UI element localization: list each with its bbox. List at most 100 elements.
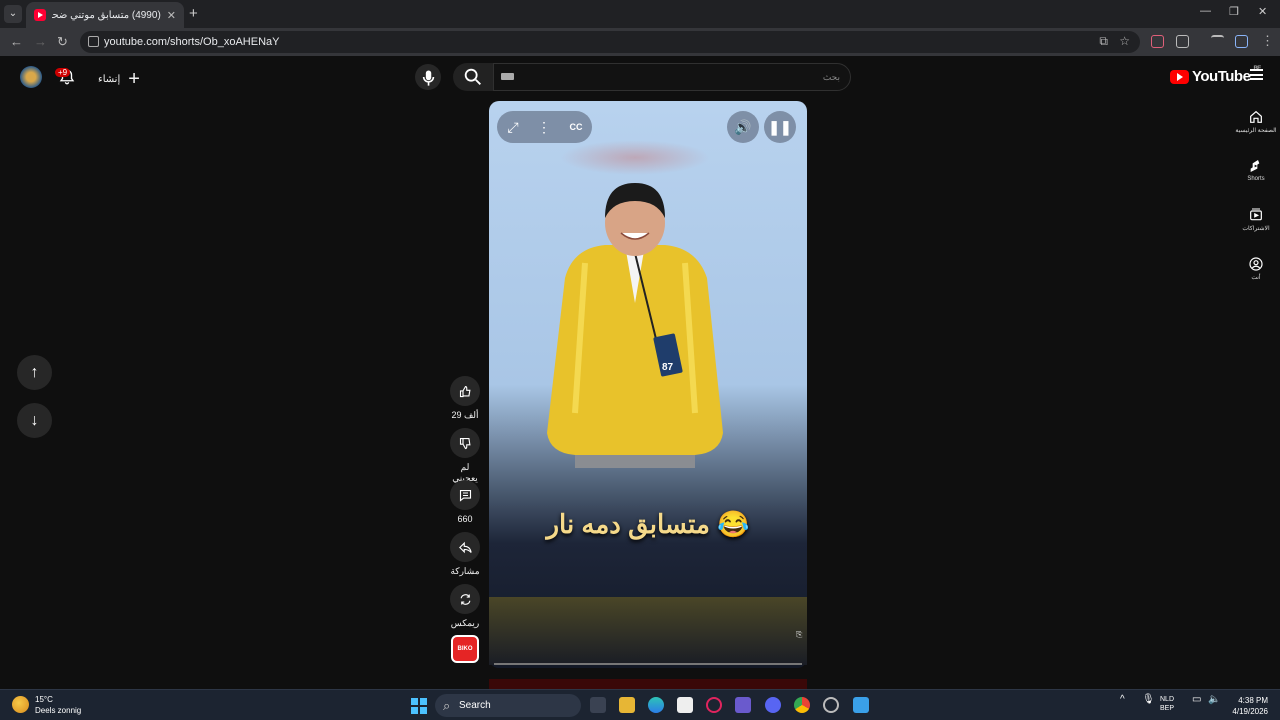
like-thumb-icon xyxy=(459,385,471,397)
file-explorer-icon[interactable] xyxy=(619,697,635,713)
keyboard-icon[interactable] xyxy=(501,73,514,80)
profile-icon[interactable] xyxy=(1235,35,1248,48)
comments-action[interactable]: 660 xyxy=(449,480,481,524)
url-text: youtube.com/shorts/Ob_xoAHENaY xyxy=(104,36,280,48)
create-button[interactable]: إنشاء + xyxy=(98,68,140,91)
arrow-up-icon: ↑ xyxy=(30,364,39,381)
extensions-puzzle-icon[interactable] xyxy=(1176,35,1189,48)
window-close-icon[interactable]: ✕ xyxy=(1258,5,1267,18)
opera-icon[interactable] xyxy=(706,697,722,713)
tab-search-chevron-icon[interactable]: ⌄ xyxy=(4,5,22,23)
display-icon[interactable]: ▭ xyxy=(1192,695,1201,705)
back-icon[interactable]: ← xyxy=(10,34,23,49)
comments-icon xyxy=(459,489,471,502)
video-progress-bar[interactable] xyxy=(494,663,802,665)
dislike-thumb-icon xyxy=(459,437,471,449)
edge-icon[interactable] xyxy=(648,697,664,713)
weather-widget[interactable]: 15°C Deels zonnig xyxy=(12,694,81,716)
tray-chevron-icon[interactable]: ^ xyxy=(1120,695,1125,705)
settings-app-icon[interactable] xyxy=(823,697,839,713)
bookmark-star-icon[interactable]: ☆ xyxy=(1119,34,1130,48)
plus-icon: + xyxy=(128,68,140,90)
pause-icon[interactable]: ❚❚ xyxy=(764,111,796,143)
dislike-action[interactable]: لم يعجبني xyxy=(449,428,481,484)
account-avatar[interactable] xyxy=(20,66,42,88)
clock-date: 4/19/2026 xyxy=(1232,707,1268,716)
language-indicator[interactable]: NLD BEP xyxy=(1160,695,1174,713)
volume-icon[interactable]: 🔊 xyxy=(727,111,759,143)
start-button[interactable] xyxy=(411,698,427,714)
shorts-icon xyxy=(1250,160,1260,172)
store-icon[interactable] xyxy=(677,697,693,713)
video-person-figure: 87 xyxy=(547,183,723,468)
like-action[interactable]: 29 ألف xyxy=(449,376,481,421)
sidebar-item-subscriptions[interactable]: الاشتراكات xyxy=(1232,207,1280,232)
you-icon xyxy=(1249,257,1263,271)
subscriptions-icon xyxy=(1250,208,1262,221)
install-app-icon[interactable]: ⧉ xyxy=(1099,34,1108,49)
video-caption: متسابق دمه نار 😂 xyxy=(546,509,750,539)
weather-sun-icon xyxy=(12,696,29,713)
next-video-button[interactable]: ↓ xyxy=(17,403,52,438)
system-clock[interactable]: 4:38 PM 4/19/2026 xyxy=(1226,695,1268,717)
chrome-icon[interactable] xyxy=(794,697,810,713)
sidebar-label: الاشتراكات xyxy=(1242,226,1270,232)
reload-icon[interactable]: ↻ xyxy=(57,34,68,50)
media-control-icon[interactable] xyxy=(1211,35,1224,48)
youtube-logo[interactable]: YouTube BE xyxy=(1170,66,1261,85)
blurred-overlay xyxy=(560,140,710,175)
url-bar[interactable]: youtube.com/shorts/Ob_xoAHENaY ⧉ ☆ xyxy=(80,31,1140,53)
video-overlay-icon: ⎘ xyxy=(796,630,803,639)
sidebar-label: الصفحة الرئيسية xyxy=(1235,128,1277,134)
previous-video-button[interactable]: ↑ xyxy=(17,355,52,390)
share-action[interactable]: مشاركة xyxy=(449,532,481,577)
browser-tab[interactable]: (4990) متسابق موتني ضحك ✕ xyxy=(26,2,184,28)
minimize-icon[interactable]: — xyxy=(1200,5,1211,17)
logo-text: YouTube xyxy=(1192,68,1251,85)
arrow-down-icon: ↓ xyxy=(30,412,39,429)
media-player-icon[interactable] xyxy=(735,697,751,713)
remix-icon xyxy=(460,593,470,605)
home-icon xyxy=(1250,110,1262,123)
share-arrow-icon xyxy=(458,541,472,553)
guide-menu-icon[interactable] xyxy=(1250,69,1263,80)
taskbar-search[interactable]: Search xyxy=(435,694,581,717)
keyboard-layout: BEP xyxy=(1160,705,1175,712)
like-count: 29 ألف xyxy=(451,410,479,420)
extension-icon[interactable] xyxy=(1151,35,1164,48)
search-icon xyxy=(464,68,481,85)
voice-search-button[interactable] xyxy=(415,64,441,90)
language-code: NLD xyxy=(1160,696,1175,703)
forward-icon[interactable]: → xyxy=(34,34,47,49)
task-view-icon[interactable] xyxy=(590,697,606,713)
restore-icon[interactable]: ❐ xyxy=(1229,5,1239,18)
sidebar-item-shorts[interactable]: Shorts xyxy=(1232,158,1280,182)
search-input[interactable]: بحث xyxy=(493,63,851,91)
browser-tab-bar: ⌄ (4990) متسابق موتني ضحك ✕ + — ❐ ✕ xyxy=(0,0,1280,28)
site-info-icon[interactable] xyxy=(88,36,99,47)
temperature: 15°C xyxy=(35,695,53,704)
speaker-icon[interactable]: 🔈 xyxy=(1208,695,1220,705)
fullscreen-icon[interactable]: ⤢ xyxy=(497,111,529,143)
browser-menu-icon[interactable]: ⋮ xyxy=(1261,33,1274,49)
youtube-favicon-icon xyxy=(34,9,46,21)
photos-icon[interactable] xyxy=(853,697,869,713)
sidebar-item-you[interactable]: أنت xyxy=(1232,256,1280,281)
microphone-icon xyxy=(422,70,435,86)
sidebar-item-home[interactable]: الصفحة الرئيسية xyxy=(1232,109,1280,134)
tray-mic-icon[interactable]: 🎙 xyxy=(1142,695,1155,705)
discord-icon[interactable] xyxy=(765,697,781,713)
weather-text: Deels zonnig xyxy=(35,706,82,715)
youtube-play-icon xyxy=(1170,69,1189,84)
video-bottom-band xyxy=(489,597,807,665)
comment-count: 660 xyxy=(457,514,473,524)
more-options-icon[interactable]: ⋮ xyxy=(528,111,560,143)
remix-action[interactable]: ريمكس xyxy=(449,584,481,629)
windows-taskbar: 15°C Deels zonnig Search ^ 🎙 NLD BEP ▭ 🔈 4… xyxy=(0,689,1280,720)
sound-source-avatar[interactable]: BIKO xyxy=(451,635,479,663)
new-tab-button[interactable]: + xyxy=(189,5,198,22)
tab-close-icon[interactable]: ✕ xyxy=(167,9,176,22)
clock-time: 4:38 PM xyxy=(1238,696,1268,705)
search-button[interactable] xyxy=(453,63,493,91)
captions-icon[interactable]: CC xyxy=(560,111,592,143)
